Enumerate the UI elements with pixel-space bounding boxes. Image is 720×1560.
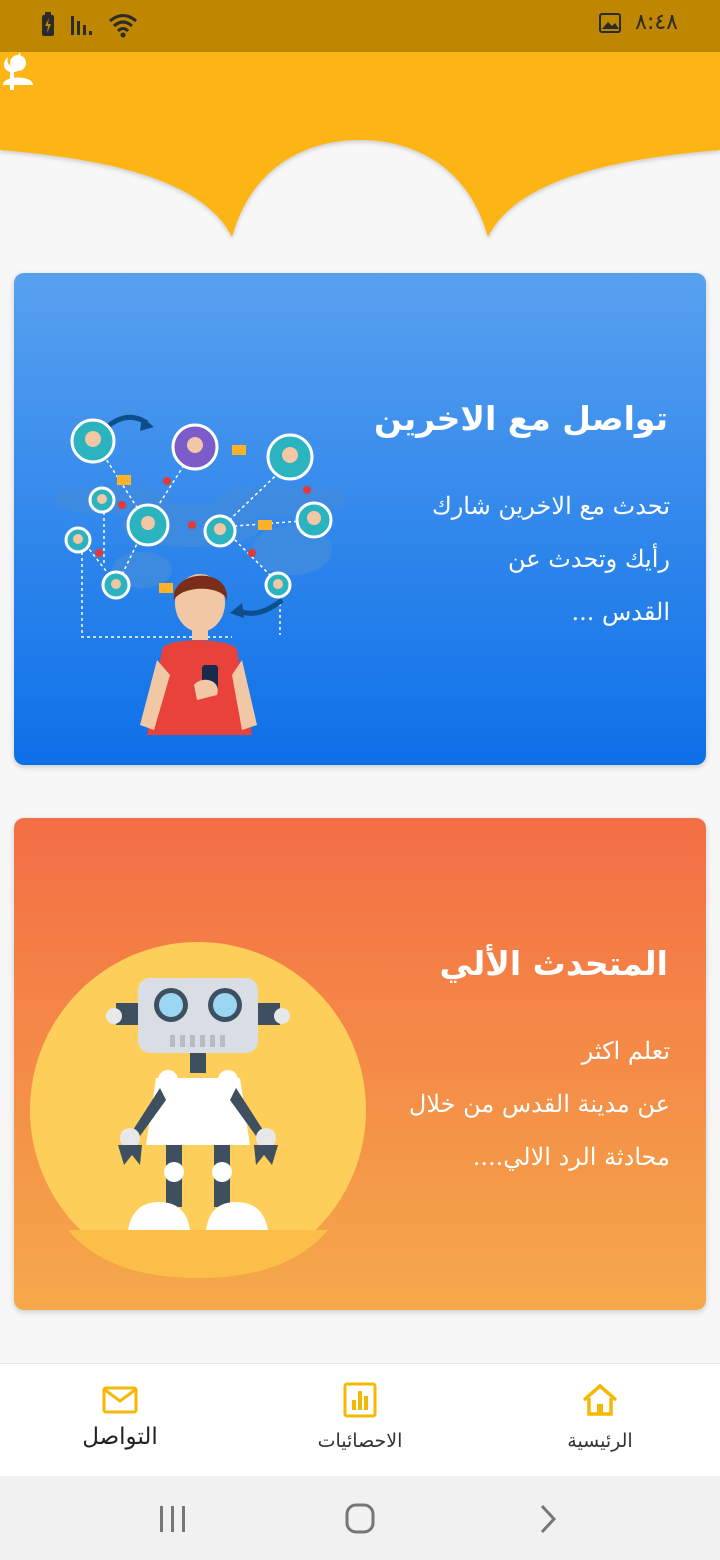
nav-item-home[interactable]: الرئيسية (480, 1364, 720, 1477)
user-profile-icon[interactable] (0, 52, 36, 88)
nav-label-contact: التواصل (82, 1424, 158, 1450)
status-time: ٨:٤٨ (635, 10, 678, 35)
back-icon[interactable] (528, 1502, 568, 1536)
home-circle-icon[interactable] (340, 1502, 380, 1536)
gallery-icon (599, 12, 622, 33)
recents-icon[interactable] (152, 1502, 192, 1536)
nav-item-contact[interactable]: التواصل (0, 1364, 240, 1477)
bot-desc-line-2: عن مدينة القدس من خلال (408, 1090, 670, 1118)
nav-item-statistics[interactable]: الاحصائيات (240, 1364, 480, 1477)
bot-desc-line-1: تعلم اكثر (581, 1037, 670, 1065)
chat-desc-line-2: رأيك وتحدث عن (508, 545, 670, 573)
bot-card-description: تعلم اكثر عن مدينة القدس من خلال محادثة … (409, 1025, 670, 1184)
chat-card-title: تواصل مع الاخرين (374, 399, 668, 438)
chat-card-description: تحدث مع الاخرين شارك رأيك وتحدث عن القدس… (432, 480, 670, 639)
robot-illustration (30, 942, 366, 1278)
chat-desc-line-1: تحدث مع الاخرين شارك (431, 492, 670, 520)
status-bar: ٨:٤٨ (0, 0, 720, 52)
home-icon (582, 1383, 618, 1416)
bot-card-title: المتحدث الألي (439, 944, 668, 983)
status-icons-left (40, 12, 138, 38)
bottom-navigation: التواصل الاحصائيات الرئيسية (0, 1363, 720, 1477)
network-people-illustration (52, 414, 347, 735)
header-wave-shape (0, 52, 720, 237)
bot-desc-line-3: محادثة الرد الالي.... (472, 1143, 670, 1171)
bot-card[interactable]: المتحدث الألي تعلم اكثر عن مدينة القدس م… (14, 818, 706, 1310)
system-navigation-bar (0, 1476, 720, 1560)
app-header (0, 52, 720, 242)
status-icons-right: ٨:٤٨ (599, 10, 678, 35)
chat-card[interactable]: تواصل مع الاخرين تحدث مع الاخرين شارك رأ… (14, 273, 706, 765)
nav-label-home: الرئيسية (567, 1430, 633, 1452)
wifi-icon (109, 14, 137, 38)
nav-label-statistics: الاحصائيات (317, 1430, 403, 1452)
chart-icon (343, 1382, 377, 1418)
mail-icon (102, 1386, 138, 1414)
chat-desc-line-3: القدس ... (571, 598, 670, 626)
signal-icon (71, 16, 92, 35)
battery-charging-icon (42, 12, 54, 36)
